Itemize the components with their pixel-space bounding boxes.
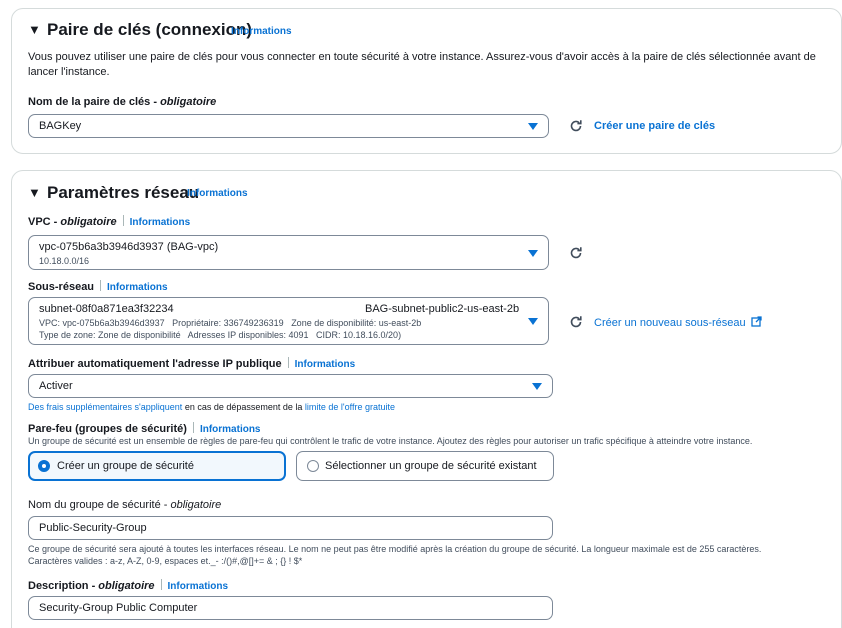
radio-selected-icon [38, 460, 50, 472]
public-ip-label-text: Attribuer automatiquement l'adresse IP p… [28, 358, 282, 370]
firewall-info-link[interactable]: Informations [200, 424, 261, 435]
vpc-select[interactable]: vpc-075b6a3b3946d3937 (BAG-vpc) 10.18.0.… [28, 235, 549, 270]
subnet-id: subnet-08f0a871ea3f32234 [39, 303, 174, 315]
firewall-label-text: Pare-feu (groupes de sécurité) [28, 423, 187, 435]
public-ip-note: Des frais supplémentaires s'appliquent e… [28, 402, 395, 412]
dropdown-arrow-icon [528, 318, 538, 325]
radio-create-security-group[interactable]: Créer un groupe de sécurité [28, 451, 286, 481]
keypair-field-label-text: Nom de la paire de clés [28, 96, 151, 108]
subnet-details-line3: Type de zone: Zone de disponibilité Adre… [39, 330, 402, 340]
firewall-description: Un groupe de sécurité est un ensemble de… [28, 436, 753, 446]
dropdown-arrow-icon [528, 123, 538, 130]
vpc-info-link[interactable]: Informations [130, 217, 191, 228]
sg-name-value: Public-Security-Group [39, 522, 147, 534]
radio-select-existing-group[interactable]: Sélectionner un groupe de sécurité exist… [296, 451, 554, 481]
sg-name-label: Nom du groupe de sécurité - obligatoire [28, 499, 222, 511]
public-ip-select[interactable]: Activer [28, 374, 553, 398]
keypair-description-line1: Vous pouvez utiliser une paire de clés p… [28, 51, 816, 63]
free-tier-link[interactable]: limite de l'offre gratuite [305, 402, 395, 412]
separator [100, 280, 102, 291]
vpc-label-text: VPC [28, 216, 51, 228]
description-label-text: Description [28, 580, 89, 592]
radio-create-label: Créer un groupe de sécurité [57, 460, 194, 472]
description-input[interactable]: Security-Group Public Computer [28, 596, 553, 620]
charges-link[interactable]: Des frais supplémentaires s'appliquent [28, 402, 182, 412]
public-ip-info-link[interactable]: Informations [295, 359, 356, 370]
dropdown-arrow-icon [532, 383, 542, 390]
note-text: en cas de dépassement de la [182, 402, 305, 412]
network-title: Paramètres réseau [47, 183, 200, 202]
description-label: Description - obligatoire Informations [28, 579, 229, 592]
vpc-label: VPC - obligatoire Informations [28, 215, 191, 228]
refresh-icon[interactable] [569, 119, 583, 133]
keypair-field-label: Nom de la paire de clés - obligatoire [28, 96, 217, 108]
radio-unselected-icon [307, 460, 319, 472]
collapse-caret-icon[interactable]: ▼ [28, 22, 41, 37]
collapse-caret-icon[interactable]: ▼ [28, 185, 41, 200]
keypair-title: Paire de clés (connexion) [47, 20, 253, 39]
dropdown-arrow-icon [528, 250, 538, 257]
public-ip-value: Activer [39, 380, 73, 392]
subnet-label: Sous-réseau Informations [28, 280, 168, 293]
description-info-link[interactable]: Informations [168, 581, 229, 592]
required-marker: obligatoire [98, 580, 155, 592]
network-info-link[interactable]: Informations [187, 188, 248, 199]
description-value: Security-Group Public Computer [39, 602, 198, 614]
external-link-icon [751, 316, 762, 327]
radio-select-label: Sélectionner un groupe de sécurité exist… [325, 460, 537, 472]
subnet-details-line2: VPC: vpc-075b6a3b3946d3937 Propriétaire:… [39, 318, 422, 328]
create-subnet-link[interactable]: Créer un nouveau sous-réseau [594, 316, 762, 329]
subnet-label-text: Sous-réseau [28, 281, 95, 293]
create-subnet-link-text[interactable]: Créer un nouveau sous-réseau [594, 317, 746, 329]
sg-name-input[interactable]: Public-Security-Group [28, 516, 553, 540]
required-marker: obligatoire [60, 216, 117, 228]
public-ip-label: Attribuer automatiquement l'adresse IP p… [28, 357, 355, 370]
sg-name-help-line2: Caractères valides : a-z, A-Z, 0-9, espa… [28, 556, 303, 566]
sg-name-help-line1: Ce groupe de sécurité sera ajouté à tout… [28, 544, 762, 554]
separator [287, 357, 289, 368]
required-marker: obligatoire [170, 499, 222, 511]
vpc-value: vpc-075b6a3b3946d3937 (BAG-vpc) [39, 241, 219, 253]
separator [192, 422, 194, 433]
firewall-label: Pare-feu (groupes de sécurité) Informatio… [28, 422, 261, 435]
sg-name-label-text: Nom du groupe de sécurité [28, 499, 161, 511]
keypair-selected-value: BAGKey [39, 120, 82, 132]
keypair-description-line2: lancer l'instance. [28, 66, 110, 78]
keypair-select[interactable]: BAGKey [28, 114, 549, 138]
separator [122, 215, 124, 226]
required-marker: obligatoire [160, 96, 217, 108]
subnet-select[interactable]: subnet-08f0a871ea3f32234 BAG-subnet-publ… [28, 297, 549, 345]
subnet-name: BAG-subnet-public2-us-east-2b [365, 303, 520, 315]
refresh-icon[interactable] [569, 315, 583, 329]
subnet-info-link[interactable]: Informations [107, 282, 168, 293]
refresh-icon[interactable] [569, 246, 583, 260]
separator [160, 579, 162, 590]
vpc-cidr: 10.18.0.0/16 [39, 256, 90, 266]
keypair-info-link[interactable]: Informations [231, 26, 292, 37]
create-keypair-link[interactable]: Créer une paire de clés [594, 120, 715, 132]
